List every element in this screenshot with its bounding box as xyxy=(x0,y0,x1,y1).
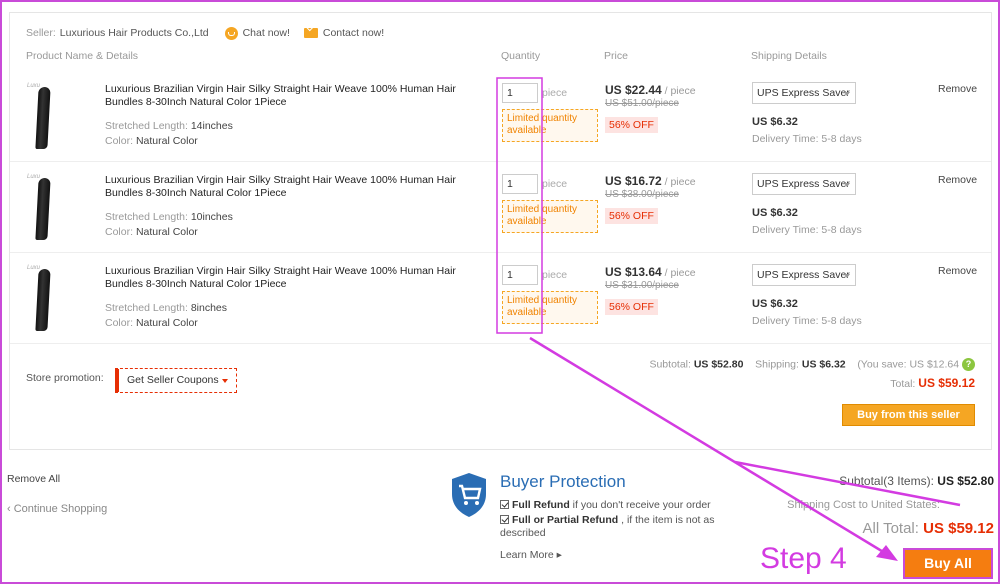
learn-more-link[interactable]: Learn More ▸ xyxy=(500,549,562,561)
original-price: US $38.00/piece xyxy=(605,189,679,200)
remove-link[interactable]: Remove xyxy=(938,265,977,277)
continue-shopping-link[interactable]: ‹ Continue Shopping xyxy=(7,503,107,515)
shipping-cost: US $6.32 xyxy=(752,116,798,128)
shipping-cost-to: Shipping Cost to United States: xyxy=(787,499,940,511)
discount-badge: 56% OFF xyxy=(605,208,658,224)
seller-cart-card: Seller: Luxurious Hair Products Co.,Ltd … xyxy=(9,12,992,450)
chevron-down-icon xyxy=(844,92,850,96)
remove-link[interactable]: Remove xyxy=(938,174,977,186)
attr-color: Color: Natural Color xyxy=(105,226,198,238)
brand-mark: Luxu xyxy=(27,83,41,89)
seller-label: Seller: xyxy=(26,27,56,39)
hair-image xyxy=(35,87,51,149)
shipping-cost: US $6.32 xyxy=(752,298,798,310)
brand-mark: Luxu xyxy=(27,174,41,180)
quantity-input[interactable]: 1 xyxy=(502,174,538,194)
product-title[interactable]: Luxurious Brazilian Virgin Hair Silky St… xyxy=(105,265,465,291)
cart-row: Luxu Luxurious Brazilian Virgin Hair Sil… xyxy=(10,71,991,162)
attr-length: Stretched Length: 14inches xyxy=(105,120,233,132)
product-thumbnail[interactable]: Luxu xyxy=(27,83,61,149)
chevron-down-icon xyxy=(844,274,850,278)
delivery-time: Delivery Time: 5-8 days xyxy=(752,315,862,327)
chat-now-link[interactable]: Chat now! xyxy=(243,27,290,39)
chat-icon[interactable] xyxy=(224,26,238,40)
seller-name[interactable]: Luxurious Hair Products Co.,Ltd xyxy=(60,27,209,39)
quantity-unit: piece xyxy=(542,178,568,190)
quantity-unit: piece xyxy=(542,87,568,99)
hair-image xyxy=(35,178,51,240)
product-title[interactable]: Luxurious Brazilian Virgin Hair Silky St… xyxy=(105,174,465,200)
unit-price: US $16.72 / piece xyxy=(605,174,696,188)
check-icon xyxy=(500,515,509,524)
chevron-down-icon xyxy=(222,379,228,383)
product-thumbnail[interactable]: Luxu xyxy=(27,265,61,331)
discount-badge: 56% OFF xyxy=(605,117,658,133)
shipping-cost: US $6.32 xyxy=(752,207,798,219)
brand-mark: Luxu xyxy=(27,265,41,271)
seller-subtotal-line: Subtotal: US $52.80 Shipping: US $6.32 (… xyxy=(649,358,975,371)
unit-price: US $22.44 / piece xyxy=(605,83,696,97)
order-subtotal: Subtotal(3 Items): US $52.80 xyxy=(839,474,994,488)
attr-length: Stretched Length: 8inches xyxy=(105,302,228,314)
remove-link[interactable]: Remove xyxy=(938,83,977,95)
contact-now-link[interactable]: Contact now! xyxy=(323,27,384,39)
unit-price: US $13.64 / piece xyxy=(605,265,696,279)
shipping-method-select[interactable]: UPS Express Saver xyxy=(752,82,856,104)
product-thumbnail[interactable]: Luxu xyxy=(27,174,61,240)
quantity-input[interactable]: 1 xyxy=(502,83,538,103)
product-title[interactable]: Luxurious Brazilian Virgin Hair Silky St… xyxy=(105,83,465,109)
check-icon xyxy=(500,500,509,509)
shield-cart-icon xyxy=(452,473,486,517)
limited-quantity-notice: Limited quantity available xyxy=(502,109,598,142)
cart-row: Luxu Luxurious Brazilian Virgin Hair Sil… xyxy=(10,253,991,344)
buy-all-button[interactable]: Buy All xyxy=(903,548,993,579)
store-promotion-label: Store promotion: xyxy=(26,372,104,384)
remove-all-link[interactable]: Remove All xyxy=(7,473,60,485)
attr-color: Color: Natural Color xyxy=(105,135,198,147)
cart-row: Luxu Luxurious Brazilian Virgin Hair Sil… xyxy=(10,162,991,253)
quantity-unit: piece xyxy=(542,269,568,281)
attr-length: Stretched Length: 10inches xyxy=(105,211,233,223)
shipping-method-select[interactable]: UPS Express Saver xyxy=(752,173,856,195)
buy-from-seller-button[interactable]: Buy from this seller xyxy=(842,404,975,426)
buyer-protection-title: Buyer Protection xyxy=(500,472,626,491)
seller-total-line: Total: US $59.12 xyxy=(890,376,975,390)
bp-full-refund: Full Refund if you don't receive your or… xyxy=(500,499,720,512)
shipping-method-select[interactable]: UPS Express Saver xyxy=(752,264,856,286)
seller-bar: Seller: Luxurious Hair Products Co.,Ltd … xyxy=(26,26,398,40)
bp-partial-refund: Full or Partial Refund , if the item is … xyxy=(500,514,715,539)
col-product: Product Name & Details xyxy=(26,50,139,62)
original-price: US $51.00/piece xyxy=(605,98,679,109)
all-total: All Total: US $59.12 xyxy=(862,520,994,537)
help-icon[interactable]: ? xyxy=(962,358,975,371)
attr-color: Color: Natural Color xyxy=(105,317,198,329)
delivery-time: Delivery Time: 5-8 days xyxy=(752,133,862,145)
limited-quantity-notice: Limited quantity available xyxy=(502,291,598,324)
delivery-time: Delivery Time: 5-8 days xyxy=(752,224,862,236)
quantity-input[interactable]: 1 xyxy=(502,265,538,285)
original-price: US $31.00/piece xyxy=(605,280,679,291)
col-shipping: Shipping Details xyxy=(751,50,827,62)
limited-quantity-notice: Limited quantity available xyxy=(502,200,598,233)
get-seller-coupons-button[interactable]: Get Seller Coupons xyxy=(115,368,237,393)
coupon-label: Get Seller Coupons xyxy=(127,374,219,386)
col-price: Price xyxy=(604,50,628,62)
envelope-icon[interactable] xyxy=(303,28,318,38)
step-label: Step 4 xyxy=(760,542,847,575)
discount-badge: 56% OFF xyxy=(605,299,658,315)
chevron-down-icon xyxy=(844,183,850,187)
hair-image xyxy=(35,269,51,331)
col-quantity: Quantity xyxy=(501,50,541,62)
